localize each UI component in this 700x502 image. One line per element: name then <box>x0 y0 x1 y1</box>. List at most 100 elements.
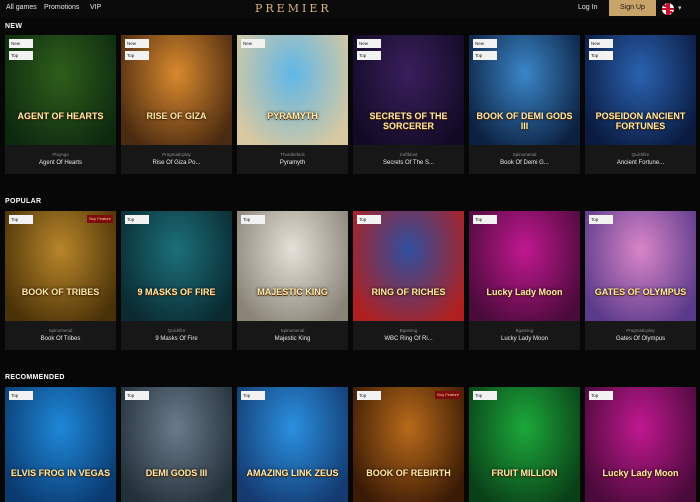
game-provider: Spinomenal <box>280 328 305 333</box>
badge-top: Top <box>9 391 33 400</box>
game-card[interactable]: DEMI GODS III Top <box>121 387 232 502</box>
game-art-title: AMAZING LINK ZEUS <box>246 468 339 478</box>
game-card[interactable]: ELVIS FROG IN VEGAS Top <box>5 387 116 502</box>
game-card[interactable]: POSEIDON ANCIENT FORTUNES New Top Quickfire… <box>585 35 696 174</box>
badge-new: New <box>241 39 265 48</box>
game-thumbnail[interactable]: Lucky Lady Moon Top <box>469 211 580 321</box>
game-card[interactable]: AMAZING LINK ZEUS Top <box>237 387 348 502</box>
game-name[interactable]: Book Of Demi G... <box>469 160 580 166</box>
game-card[interactable]: RING OF RICHES Top Bgaming WBC Ring Of Ri..… <box>353 211 464 350</box>
game-name[interactable]: Agent Of Hearts <box>5 160 116 166</box>
game-card[interactable]: SECRETS OF THE SORCERER New Top Softblast Se… <box>353 35 464 174</box>
game-provider: Quickfire <box>631 152 650 157</box>
game-provider: Pragmaticplay <box>626 328 655 333</box>
game-card[interactable]: FRUIT MILLION Top <box>469 387 580 502</box>
badge-top: Top <box>125 391 149 400</box>
game-thumbnail[interactable]: GATES OF OLYMPUS Top <box>585 211 696 321</box>
game-name[interactable]: Lucky Lady Moon <box>469 336 580 342</box>
game-provider: Playngo <box>52 152 69 157</box>
game-thumbnail[interactable]: AMAZING LINK ZEUS Top <box>237 387 348 502</box>
game-art-title: POSEIDON ANCIENT FORTUNES <box>595 111 686 131</box>
game-thumbnail[interactable]: ELVIS FROG IN VEGAS Top <box>5 387 116 502</box>
game-art-title: RISE OF GIZA <box>146 111 207 121</box>
game-card[interactable]: BOOK OF REBIRTH Top Buy Feature <box>353 387 464 502</box>
game-name[interactable]: Secrets Of The S... <box>353 160 464 166</box>
game-art-title: RING OF RICHES <box>371 287 446 297</box>
game-card[interactable]: GATES OF OLYMPUS Top Pragmaticplay Gates Of… <box>585 211 696 350</box>
game-thumbnail[interactable]: FRUIT MILLION Top <box>469 387 580 502</box>
game-thumbnail[interactable]: POSEIDON ANCIENT FORTUNES New Top <box>585 35 696 145</box>
badge-new: New <box>125 39 149 48</box>
game-thumbnail[interactable]: SECRETS OF THE SORCERER New Top <box>353 35 464 145</box>
game-art-title: SECRETS OF THE SORCERER <box>369 111 448 131</box>
game-name[interactable]: WBC Ring Of Ri... <box>353 336 464 342</box>
badge-new: New <box>589 39 613 48</box>
section-title-recommended: RECOMMENDED <box>5 374 65 381</box>
game-name[interactable]: Gates Of Olympus <box>585 336 696 342</box>
game-thumbnail[interactable]: BOOK OF REBIRTH Top Buy Feature <box>353 387 464 502</box>
section-title-popular: POPULAR <box>5 198 42 205</box>
game-provider: Bgaming <box>399 328 418 333</box>
game-card[interactable]: Lucky Lady Moon Top Bgaming Lucky Lady Moon <box>469 211 580 350</box>
game-card[interactable]: MAJESTIC KING Top Spinomenal Majestic King <box>237 211 348 350</box>
game-art-title: BOOK OF DEMI GODS III <box>476 111 573 131</box>
game-art-title: PYRAMYTH <box>267 111 318 121</box>
game-name[interactable]: 9 Masks Of Fire <box>121 336 232 342</box>
badge-top: Top <box>357 51 381 60</box>
game-thumbnail[interactable]: Lucky Lady Moon Top <box>585 387 696 502</box>
game-card[interactable]: BOOK OF TRIBES Top Buy Feature Spinomenal Bo… <box>5 211 116 350</box>
badge-top: Top <box>241 215 265 224</box>
game-provider: Softblast <box>399 152 418 157</box>
game-name[interactable]: Pyramyth <box>237 160 348 166</box>
game-art-title: DEMI GODS III <box>145 468 208 478</box>
badge-top: Top <box>125 215 149 224</box>
badge-top: Top <box>589 391 613 400</box>
game-provider: Pragmaticplay <box>162 152 191 157</box>
badge-top: Top <box>357 391 381 400</box>
chevron-down-icon[interactable]: ▾ <box>678 4 682 12</box>
game-thumbnail[interactable]: PYRAMYTH New <box>237 35 348 145</box>
game-thumbnail[interactable]: RISE OF GIZA New Top <box>121 35 232 145</box>
nav-promotions[interactable]: Promotions <box>44 4 79 11</box>
game-card[interactable]: PYRAMYTH New Thunderkick Pyramyth <box>237 35 348 174</box>
brand-logo[interactable]: PREMIER <box>255 2 332 15</box>
game-card[interactable]: BOOK OF DEMI GODS III New Top Spinomenal Boo… <box>469 35 580 174</box>
signup-button[interactable]: Sign Up <box>609 0 656 16</box>
badge-top: Top <box>473 215 497 224</box>
game-name[interactable]: Book Of Tribes <box>5 336 116 342</box>
game-card[interactable]: RISE OF GIZA New Top Pragmaticplay Rise Of G… <box>121 35 232 174</box>
game-provider: Bgaming <box>515 328 534 333</box>
game-name[interactable]: Rise Of Giza Po... <box>121 160 232 166</box>
badge-top: Top <box>241 391 265 400</box>
game-thumbnail[interactable]: AGENT OF HEARTS New Top <box>5 35 116 145</box>
game-art-title: GATES OF OLYMPUS <box>594 287 687 297</box>
nav-all-games[interactable]: All games <box>6 4 37 11</box>
game-provider: Spinomenal <box>512 152 537 157</box>
game-art-title: Lucky Lady Moon <box>602 468 679 478</box>
nav-vip[interactable]: VIP <box>90 4 101 11</box>
game-card[interactable]: AGENT OF HEARTS New Top Playngo Agent Of Hea… <box>5 35 116 174</box>
badge-top: Top <box>473 51 497 60</box>
game-thumbnail[interactable]: MAJESTIC KING Top <box>237 211 348 321</box>
game-thumbnail[interactable]: BOOK OF DEMI GODS III New Top <box>469 35 580 145</box>
game-thumbnail[interactable]: RING OF RICHES Top <box>353 211 464 321</box>
game-thumbnail[interactable]: BOOK OF TRIBES Top Buy Feature <box>5 211 116 321</box>
game-art-title: Lucky Lady Moon <box>486 287 563 297</box>
game-thumbnail[interactable]: DEMI GODS III Top <box>121 387 232 502</box>
game-thumbnail[interactable]: 9 MASKS OF FIRE Top <box>121 211 232 321</box>
game-card[interactable]: Lucky Lady Moon Top <box>585 387 696 502</box>
game-name[interactable]: Majestic King <box>237 336 348 342</box>
badge-top: Top <box>589 215 613 224</box>
game-name[interactable]: Ancient Fortune... <box>585 160 696 166</box>
game-art-title: MAJESTIC KING <box>257 287 328 297</box>
game-art-title: BOOK OF REBIRTH <box>366 468 451 478</box>
game-art-title: AGENT OF HEARTS <box>17 111 104 121</box>
badge-top: Top <box>9 51 33 60</box>
badge-new: New <box>9 39 33 48</box>
game-art-title: 9 MASKS OF FIRE <box>137 287 216 297</box>
badge-top: Top <box>125 51 149 60</box>
login-link[interactable]: Log In <box>578 4 597 11</box>
game-card[interactable]: 9 MASKS OF FIRE Top Quickfire 9 Masks Of Fi… <box>121 211 232 350</box>
uk-flag-icon[interactable] <box>662 3 674 15</box>
game-provider: Thunderkick <box>280 152 305 157</box>
